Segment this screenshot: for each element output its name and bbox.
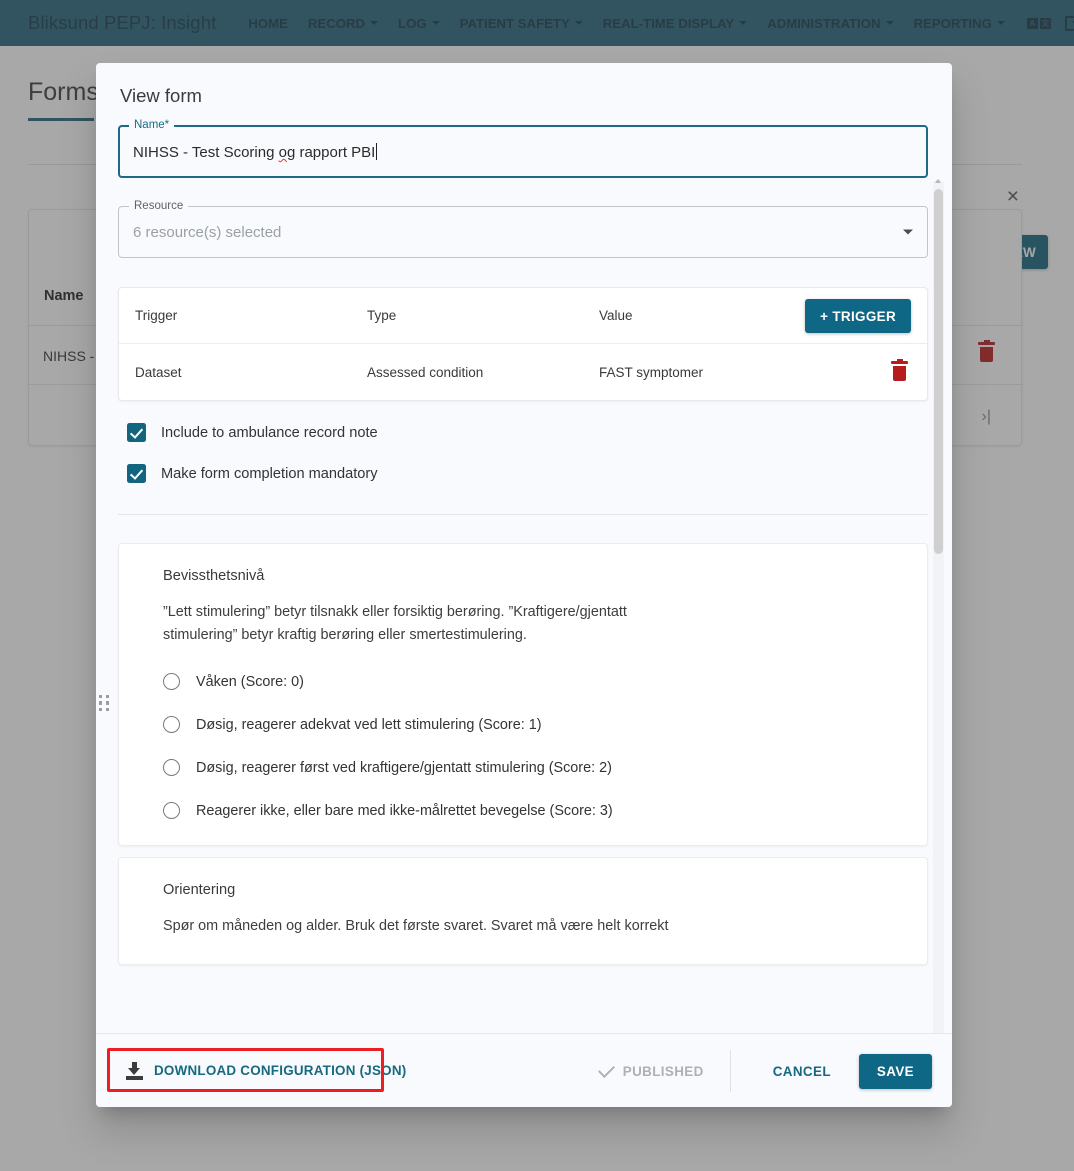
radio-icon[interactable] xyxy=(163,759,180,776)
name-value-misspelled: og xyxy=(278,144,296,161)
chevron-down-icon[interactable] xyxy=(903,229,913,235)
delete-trigger-icon[interactable] xyxy=(891,358,908,381)
cell-trigger: Dataset xyxy=(135,364,182,380)
footer-divider xyxy=(729,1050,731,1092)
name-field[interactable]: Name* NIHSS - Test Scoring og rapport PB… xyxy=(118,118,928,178)
published-status: PUBLISHED xyxy=(597,1060,730,1079)
question-option[interactable]: Reagerer ikke, eller bare med ikke-målre… xyxy=(163,802,899,819)
section-divider xyxy=(118,514,928,515)
add-trigger-button[interactable]: + TRIGGER xyxy=(805,299,911,333)
question-card-bevissthetsniva[interactable]: Bevissthetsnivå ”Lett stimulering” betyr… xyxy=(118,543,928,846)
question-title: Orientering xyxy=(163,882,236,898)
resource-field[interactable]: Resource 6 resource(s) selected xyxy=(118,199,928,258)
page-root: Bliksund PEPJ: Insight HOME RECORD LOG P… xyxy=(0,0,1074,1171)
question-option[interactable]: Døsig, reagerer adekvat ved lett stimule… xyxy=(163,716,899,733)
checkbox-icon[interactable] xyxy=(127,464,146,483)
download-icon xyxy=(126,1061,143,1080)
check-icon xyxy=(597,1060,615,1078)
questions-section: Bevissthetsnivå ”Lett stimulering” betyr… xyxy=(99,543,928,965)
radio-icon[interactable] xyxy=(163,716,180,733)
name-value-pre: NIHSS - Test Scoring xyxy=(133,144,279,161)
column-header-trigger: Trigger xyxy=(135,308,178,323)
question-card-orientering[interactable]: Orientering Spør om måneden og alder. Br… xyxy=(118,857,928,965)
column-header-type: Type xyxy=(367,308,397,323)
name-field-label: Name* xyxy=(129,118,175,132)
download-configuration-button[interactable]: DOWNLOAD CONFIGURATION (JSON) xyxy=(118,1053,418,1089)
checkbox-icon[interactable] xyxy=(127,423,146,442)
resource-select-value[interactable]: 6 resource(s) selected xyxy=(118,206,928,258)
dialog-body: Name* NIHSS - Test Scoring og rapport PB… xyxy=(96,117,952,1033)
save-button[interactable]: SAVE xyxy=(858,1053,932,1089)
radio-icon[interactable] xyxy=(163,802,180,819)
trigger-table: Trigger Type Value + TRIGGER Dataset Ass… xyxy=(118,287,928,401)
table-row[interactable]: Dataset Assessed condition FAST symptome… xyxy=(119,344,927,400)
scrollbar-thumb[interactable] xyxy=(934,189,943,554)
published-label: PUBLISHED xyxy=(622,1063,704,1079)
dialog-scrollbar[interactable] xyxy=(933,179,944,1033)
option-label: Døsig, reagerer først ved kraftigere/gje… xyxy=(196,759,612,776)
dialog-title: View form xyxy=(120,85,202,106)
option-label: Døsig, reagerer adekvat ved lett stimule… xyxy=(196,716,542,733)
question-option[interactable]: Døsig, reagerer først ved kraftigere/gje… xyxy=(163,759,899,776)
footer-actions: PUBLISHED CANCEL SAVE xyxy=(597,1034,932,1107)
radio-icon[interactable] xyxy=(163,673,180,690)
resource-field-label: Resource xyxy=(129,199,189,213)
checkbox-label: Make form completion mandatory xyxy=(161,465,378,482)
text-cursor xyxy=(376,143,378,160)
question-description: Spør om måneden og alder. Bruk det først… xyxy=(163,918,669,934)
question-description: ”Lett stimulering” betyr tilsnakk eller … xyxy=(163,604,627,643)
cell-type: Assessed condition xyxy=(367,364,484,380)
dialog-footer: DOWNLOAD CONFIGURATION (JSON) PUBLISHED … xyxy=(96,1033,952,1107)
trigger-table-header: Trigger Type Value + TRIGGER xyxy=(119,288,927,344)
question-title: Bevissthetsnivå xyxy=(163,568,265,584)
name-value-post: rapport PBI xyxy=(295,144,376,161)
cell-value: FAST symptomer xyxy=(599,364,704,380)
download-configuration-label: DOWNLOAD CONFIGURATION (JSON) xyxy=(154,1063,407,1078)
question-option[interactable]: Våken (Score: 0) xyxy=(163,673,899,690)
drag-handle-icon[interactable] xyxy=(99,695,110,712)
view-form-dialog: View form Name* NIHSS - Test Scoring og … xyxy=(96,63,952,1107)
option-label: Reagerer ikke, eller bare med ikke-målre… xyxy=(196,802,613,819)
checkbox-include-ambulance-note[interactable]: Include to ambulance record note xyxy=(118,423,928,442)
name-input[interactable]: NIHSS - Test Scoring og rapport PBI xyxy=(118,125,928,178)
checkbox-label: Include to ambulance record note xyxy=(161,424,378,441)
checkbox-mandatory-completion[interactable]: Make form completion mandatory xyxy=(118,464,928,483)
option-label: Våken (Score: 0) xyxy=(196,673,304,690)
cancel-button[interactable]: CANCEL xyxy=(757,1054,847,1089)
scroll-up-arrow-icon[interactable] xyxy=(935,179,941,183)
